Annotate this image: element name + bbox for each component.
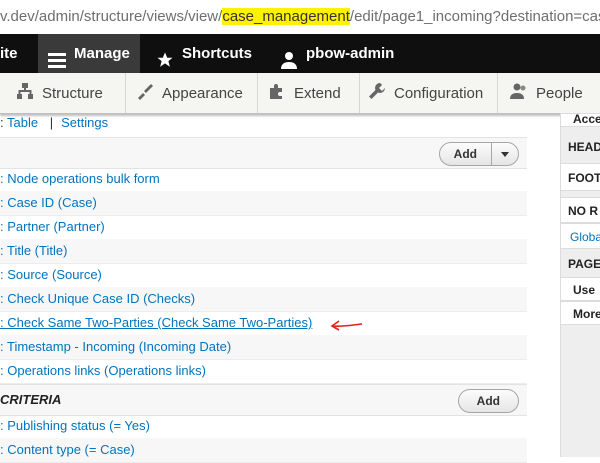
field-link[interactable]: : Title (Title) bbox=[0, 243, 67, 258]
sidebar-item: PAGE bbox=[561, 253, 600, 275]
field-link[interactable]: : Node operations bulk form bbox=[0, 171, 160, 186]
tray-label: Configuration bbox=[394, 84, 484, 102]
criteria-section-header: CRITERIA Add bbox=[0, 384, 527, 416]
sidebar-label: HEAD bbox=[568, 140, 600, 154]
sidebar-label: NO R bbox=[568, 204, 598, 218]
puzzle-icon bbox=[268, 82, 286, 104]
format-links: : Table | Settings bbox=[0, 115, 108, 130]
criteria-title: CRITERIA bbox=[0, 392, 62, 407]
filter-row: : Content type (= Case) bbox=[0, 438, 527, 463]
field-row: : Title (Title) bbox=[0, 239, 527, 264]
sidebar-label: PAGE bbox=[568, 257, 600, 271]
paint-brush-icon bbox=[136, 82, 154, 104]
field-link[interactable]: : Check Unique Case ID (Checks) bbox=[0, 291, 195, 306]
wrench-icon bbox=[368, 82, 386, 104]
table-format-link[interactable]: Table bbox=[7, 115, 38, 130]
sitemap-icon bbox=[16, 82, 34, 104]
sidebar-item: Use bbox=[561, 277, 600, 301]
fields-add-dropdown[interactable] bbox=[491, 143, 518, 165]
format-separator: | bbox=[49, 115, 54, 130]
criteria-add-button[interactable]: Add bbox=[457, 389, 519, 413]
fields-section-header: Add bbox=[0, 137, 527, 169]
address-bar[interactable]: v.dev/admin/structure/views/view/case_ma… bbox=[0, 0, 600, 35]
field-link[interactable]: : Partner (Partner) bbox=[0, 219, 105, 234]
format-prefix: : bbox=[0, 115, 4, 130]
shortcuts-label: Shortcuts bbox=[182, 45, 253, 62]
sidebar-label: Use bbox=[573, 283, 596, 297]
sidebar-label: More bbox=[573, 307, 600, 321]
field-link[interactable]: : Operations links (Operations links) bbox=[0, 363, 206, 378]
field-link[interactable]: : Check Same Two-Parties (Check Same Two… bbox=[0, 315, 312, 330]
field-link[interactable]: : Case ID (Case) bbox=[0, 195, 97, 210]
field-row: : Source (Source) bbox=[0, 263, 527, 288]
url-highlighted-segment: case_management bbox=[222, 8, 350, 25]
tray-item-configuration[interactable]: Configuration bbox=[360, 73, 498, 113]
tray-label: Structure bbox=[42, 84, 103, 102]
sidebar-link[interactable]: Globa bbox=[570, 230, 600, 244]
sidebar-item: Acce bbox=[561, 113, 600, 127]
field-link[interactable]: : Timestamp - Incoming (Incoming Date) bbox=[0, 339, 231, 354]
toolbar-shortcuts[interactable]: Shortcuts bbox=[156, 34, 252, 73]
sidebar-item[interactable]: Globa bbox=[561, 223, 600, 249]
field-row: : Check Same Two-Parties (Check Same Two… bbox=[0, 311, 527, 336]
toolbar-site-link[interactable]: ite bbox=[0, 34, 38, 73]
tray-item-people[interactable]: People bbox=[498, 73, 600, 113]
username-label: pbow-admin bbox=[306, 45, 395, 62]
tray-item-appearance[interactable]: Appearance bbox=[126, 73, 258, 113]
star-icon bbox=[156, 45, 174, 67]
filter-link[interactable]: : Publishing status (= Yes) bbox=[0, 418, 150, 433]
url-text[interactable]: v.dev/admin/structure/views/view/case_ma… bbox=[0, 8, 600, 25]
fields-add-button[interactable]: Add bbox=[440, 143, 491, 165]
filter-row: : Publishing status (= Yes) bbox=[0, 414, 527, 439]
format-settings-link[interactable]: Settings bbox=[61, 115, 108, 130]
url-suffix: /edit/page1_incoming?destination=case-ma… bbox=[349, 8, 600, 25]
sidebar-label: FOOT bbox=[568, 171, 600, 185]
tray-item-structure[interactable]: Structure bbox=[0, 73, 126, 113]
sidebar-item: FOOT bbox=[561, 163, 600, 191]
user-icon bbox=[280, 45, 298, 69]
sidebar-item: HEAD bbox=[561, 137, 600, 157]
tray-label: People bbox=[536, 84, 583, 102]
field-row: : Operations links (Operations links) bbox=[0, 359, 527, 384]
views-edit-main: : Table | Settings Add : Node operations … bbox=[0, 113, 530, 463]
site-label: ite bbox=[0, 45, 18, 62]
manage-label: Manage bbox=[74, 45, 130, 62]
tray-item-extend[interactable]: Extend bbox=[258, 73, 360, 113]
admin-toolbar: ite Manage Shortcuts pbow-admin bbox=[0, 34, 600, 73]
sidebar-label: Acce bbox=[573, 113, 600, 126]
field-link[interactable]: : Source (Source) bbox=[0, 267, 102, 282]
tray-label: Appearance bbox=[162, 84, 243, 102]
field-row: : Case ID (Case) bbox=[0, 191, 527, 216]
field-row: : Timestamp - Incoming (Incoming Date) bbox=[0, 335, 527, 360]
right-sidebar: Acce HEAD FOOT NO R Globa PAGE Use More bbox=[560, 113, 600, 457]
field-row: : Partner (Partner) bbox=[0, 215, 527, 240]
chevron-down-icon bbox=[501, 151, 509, 157]
sidebar-item: NO R bbox=[561, 197, 600, 223]
tray-label: Extend bbox=[294, 84, 341, 102]
filter-link[interactable]: : Content type (= Case) bbox=[0, 442, 135, 457]
toolbar-user[interactable]: pbow-admin bbox=[280, 34, 394, 73]
admin-tray: Structure Appearance Extend Configuratio… bbox=[0, 73, 600, 114]
url-prefix: v.dev/admin/structure/views/view/ bbox=[0, 8, 223, 25]
hamburger-icon bbox=[48, 45, 66, 68]
fields-add-split-button: Add bbox=[438, 142, 519, 166]
toolbar-manage[interactable]: Manage bbox=[38, 34, 140, 73]
field-row: : Node operations bulk form bbox=[0, 167, 527, 192]
field-row: : Check Unique Case ID (Checks) bbox=[0, 287, 527, 312]
sidebar-item[interactable]: More bbox=[561, 301, 600, 325]
people-icon bbox=[510, 82, 528, 104]
